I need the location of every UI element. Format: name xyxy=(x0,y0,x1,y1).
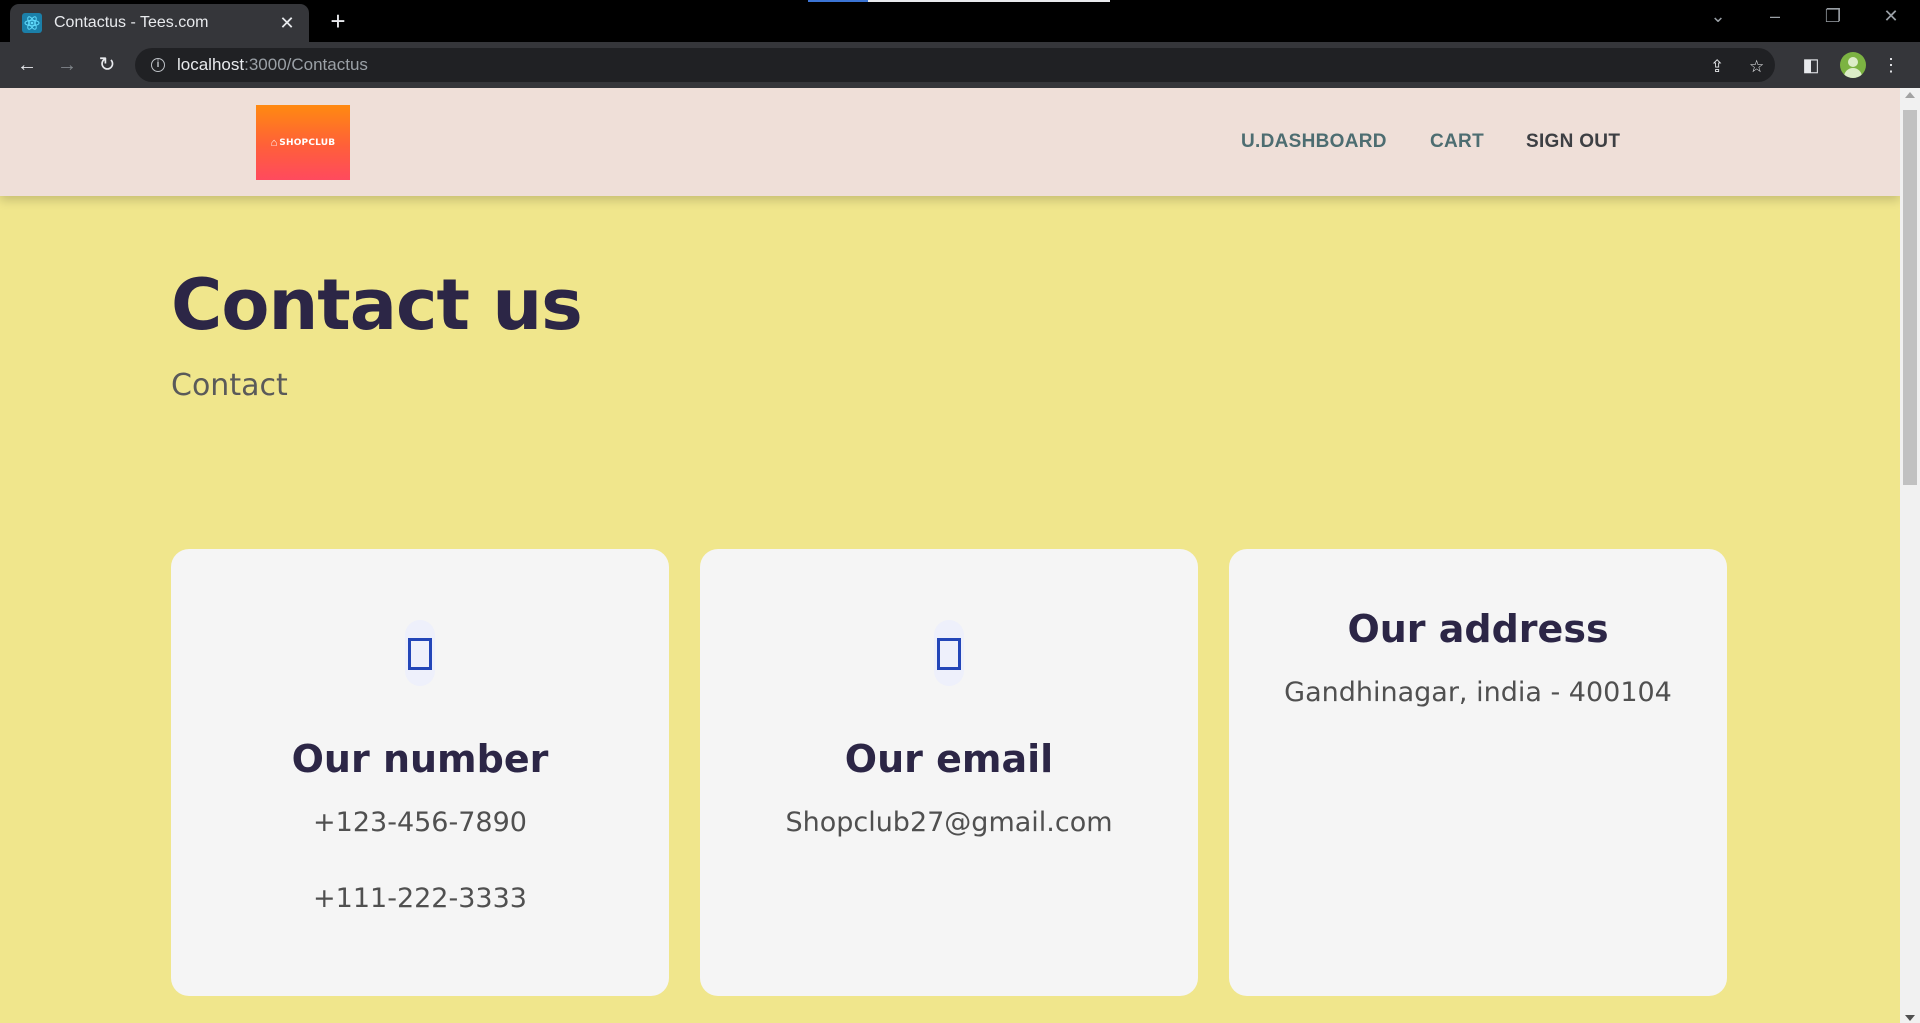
tab-close-icon[interactable]: ✕ xyxy=(277,13,297,34)
bookmark-star-icon[interactable]: ☆ xyxy=(1749,57,1764,77)
card-title-address: Our address xyxy=(1347,607,1609,651)
page-scrollbar[interactable] xyxy=(1900,88,1920,1023)
react-favicon-icon xyxy=(22,13,42,33)
page-viewport: ⌂ SHOPCLUB U.DASHBOARD CART SIGN OUT Con… xyxy=(0,88,1900,1023)
browser-tab[interactable]: Contactus - Tees.com ✕ xyxy=(10,4,309,42)
bag-icon: ⌂ xyxy=(270,136,278,149)
card-title-email: Our email xyxy=(844,737,1054,781)
url-input[interactable]: i localhost:3000/Contactus ⇪ ☆ xyxy=(135,48,1775,82)
email-address: Shopclub27@gmail.com xyxy=(785,807,1113,838)
url-path: :3000/Contactus xyxy=(244,55,368,74)
restore-icon[interactable]: ❐ xyxy=(1818,6,1848,27)
page-title: Contact us xyxy=(171,264,583,346)
page-subtitle: Contact xyxy=(171,368,288,403)
scroll-thumb[interactable] xyxy=(1903,110,1917,485)
contact-card-number: Our number +123-456-7890 +111-222-3333 xyxy=(171,549,669,996)
contact-card-email: Our email Shopclub27@gmail.com xyxy=(700,549,1198,996)
scroll-down-arrow-icon[interactable] xyxy=(1905,1015,1915,1021)
scroll-up-arrow-icon[interactable] xyxy=(1905,92,1915,98)
profile-avatar[interactable] xyxy=(1840,52,1866,78)
card-title-number: Our number xyxy=(291,737,549,781)
tab-title: Contactus - Tees.com xyxy=(54,14,209,31)
contact-card-address: Our address Gandhinagar, india - 400104 xyxy=(1229,549,1727,996)
email-icon xyxy=(934,620,964,686)
side-panel-icon[interactable]: ◧ xyxy=(1800,54,1822,76)
address-line: Gandhinagar, india - 400104 xyxy=(1284,677,1672,708)
tab-strip-indicator xyxy=(808,0,1110,2)
share-icon[interactable]: ⇪ xyxy=(1710,57,1724,77)
new-tab-button[interactable]: + xyxy=(326,8,350,34)
close-window-icon[interactable]: ✕ xyxy=(1876,6,1906,27)
back-arrow-icon[interactable]: ← xyxy=(13,51,41,79)
site-header: ⌂ SHOPCLUB U.DASHBOARD CART SIGN OUT xyxy=(0,88,1900,196)
site-info-icon[interactable]: i xyxy=(151,58,165,72)
phone-number-2: +111-222-3333 xyxy=(313,883,527,914)
nav-dashboard-link[interactable]: U.DASHBOARD xyxy=(1241,131,1387,153)
phone-icon xyxy=(405,620,435,686)
menu-kebab-icon[interactable]: ⋮ xyxy=(1880,54,1902,76)
reload-icon[interactable]: ↻ xyxy=(93,51,121,79)
tab-search-icon[interactable]: ⌄ xyxy=(1703,6,1733,27)
url-host: localhost xyxy=(177,55,245,74)
browser-tab-strip: Contactus - Tees.com ✕ + ⌄ – ❐ ✕ xyxy=(0,0,1920,42)
shopclub-logo[interactable]: ⌂ SHOPCLUB xyxy=(256,105,350,180)
nav-cart-link[interactable]: CART xyxy=(1430,131,1484,153)
logo-text: SHOPCLUB xyxy=(279,137,336,148)
address-bar-row: ← → ↻ i localhost:3000/Contactus ⇪ ☆ ◧ ⋮ xyxy=(0,42,1920,88)
minimize-icon[interactable]: – xyxy=(1760,6,1790,27)
nav-signout-link[interactable]: SIGN OUT xyxy=(1526,131,1620,153)
phone-number-1: +123-456-7890 xyxy=(313,807,527,838)
forward-arrow-icon[interactable]: → xyxy=(53,51,81,79)
